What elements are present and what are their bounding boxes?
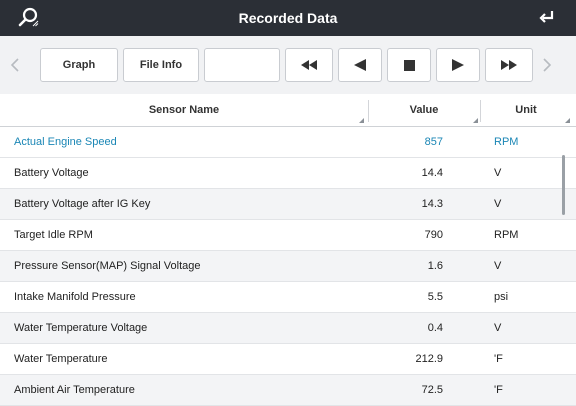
resize-handle-icon[interactable] [565, 118, 570, 123]
sensor-name: Ambient Air Temperature [14, 384, 135, 396]
sensor-name: Actual Engine Speed [14, 136, 117, 148]
toolbar: Graph File Info [0, 36, 576, 95]
sensor-unit: V [494, 198, 502, 210]
sensor-name: Intake Manifold Pressure [14, 291, 136, 303]
sensor-unit: 'F [494, 384, 503, 396]
column-header-value[interactable]: Value [369, 94, 479, 126]
sensor-name: Water Temperature [14, 353, 108, 365]
play-icon [452, 59, 464, 71]
play-button[interactable] [436, 48, 480, 82]
fast-forward-icon [501, 60, 517, 70]
table-row[interactable]: Battery Voltage 14.4 V [0, 158, 576, 189]
sensor-name: Battery Voltage after IG Key [14, 198, 151, 210]
chevron-left-icon [10, 58, 19, 72]
step-back-icon [354, 59, 366, 71]
rewind-button[interactable] [285, 48, 333, 82]
resize-handle-icon[interactable] [359, 118, 364, 123]
table-row[interactable]: Water Temperature Voltage 0.4 V [0, 313, 576, 344]
table-row[interactable]: Target Idle RPM 790 RPM [0, 220, 576, 251]
toolbar-prev-button[interactable] [6, 48, 24, 82]
graph-button[interactable]: Graph [40, 48, 118, 82]
sensor-unit: psi [494, 291, 509, 303]
search-button[interactable] [14, 4, 44, 32]
graph-button-label: Graph [62, 59, 96, 71]
table-row[interactable]: Actual Engine Speed 857 RPM [0, 127, 576, 158]
rewind-icon [301, 60, 317, 70]
sensor-name: Target Idle RPM [14, 229, 93, 241]
step-back-button[interactable] [338, 48, 382, 82]
search-icon [18, 7, 39, 27]
sensor-value: 790 [424, 229, 443, 241]
sensor-unit: V [494, 167, 502, 179]
sensor-unit: RPM [494, 229, 519, 241]
resize-handle-icon[interactable] [473, 118, 478, 123]
sensor-value: 857 [424, 136, 443, 148]
table-row[interactable]: Battery Voltage after IG Key 14.3 V [0, 189, 576, 220]
vertical-scrollbar[interactable] [562, 155, 565, 215]
column-header-sensor-name[interactable]: Sensor Name [0, 94, 368, 126]
back-arrow-icon [539, 11, 554, 23]
table-row[interactable]: Ambient Air Temperature 72.5 'F [0, 375, 576, 406]
fast-forward-button[interactable] [485, 48, 533, 82]
table-row[interactable]: Pressure Sensor(MAP) Signal Voltage 1.6 … [0, 251, 576, 282]
sensor-value: 14.4 [421, 167, 443, 179]
sensor-unit: V [494, 260, 502, 272]
window-title: Recorded Data [238, 10, 338, 26]
sensor-unit: RPM [494, 136, 519, 148]
table-row[interactable]: Water Temperature 212.9 'F [0, 344, 576, 375]
sensor-name: Pressure Sensor(MAP) Signal Voltage [14, 260, 201, 272]
sensor-value: 14.3 [421, 198, 443, 210]
file-info-button[interactable]: File Info [123, 48, 199, 82]
sensor-name: Water Temperature Voltage [14, 322, 148, 334]
sensor-table: Actual Engine Speed 857 RPM Battery Volt… [0, 127, 576, 406]
sensor-value: 0.4 [427, 322, 443, 334]
stop-icon [403, 59, 415, 71]
title-bar: Recorded Data [0, 0, 576, 36]
blank-button[interactable] [204, 48, 280, 82]
toolbar-next-button[interactable] [538, 48, 556, 82]
file-info-button-label: File Info [139, 59, 183, 71]
sensor-value: 5.5 [427, 291, 443, 303]
sensor-name: Battery Voltage [14, 167, 89, 179]
back-button[interactable] [532, 4, 562, 32]
sensor-unit: 'F [494, 353, 503, 365]
sensor-value: 212.9 [415, 353, 443, 365]
sensor-value: 72.5 [421, 384, 443, 396]
chevron-right-icon [543, 58, 552, 72]
column-header-unit[interactable]: Unit [481, 94, 571, 126]
sensor-value: 1.6 [427, 260, 443, 272]
stop-button[interactable] [387, 48, 431, 82]
table-row[interactable]: Intake Manifold Pressure 5.5 psi [0, 282, 576, 313]
sensor-unit: V [494, 322, 502, 334]
table-header: Sensor Name Value Unit [0, 94, 576, 127]
